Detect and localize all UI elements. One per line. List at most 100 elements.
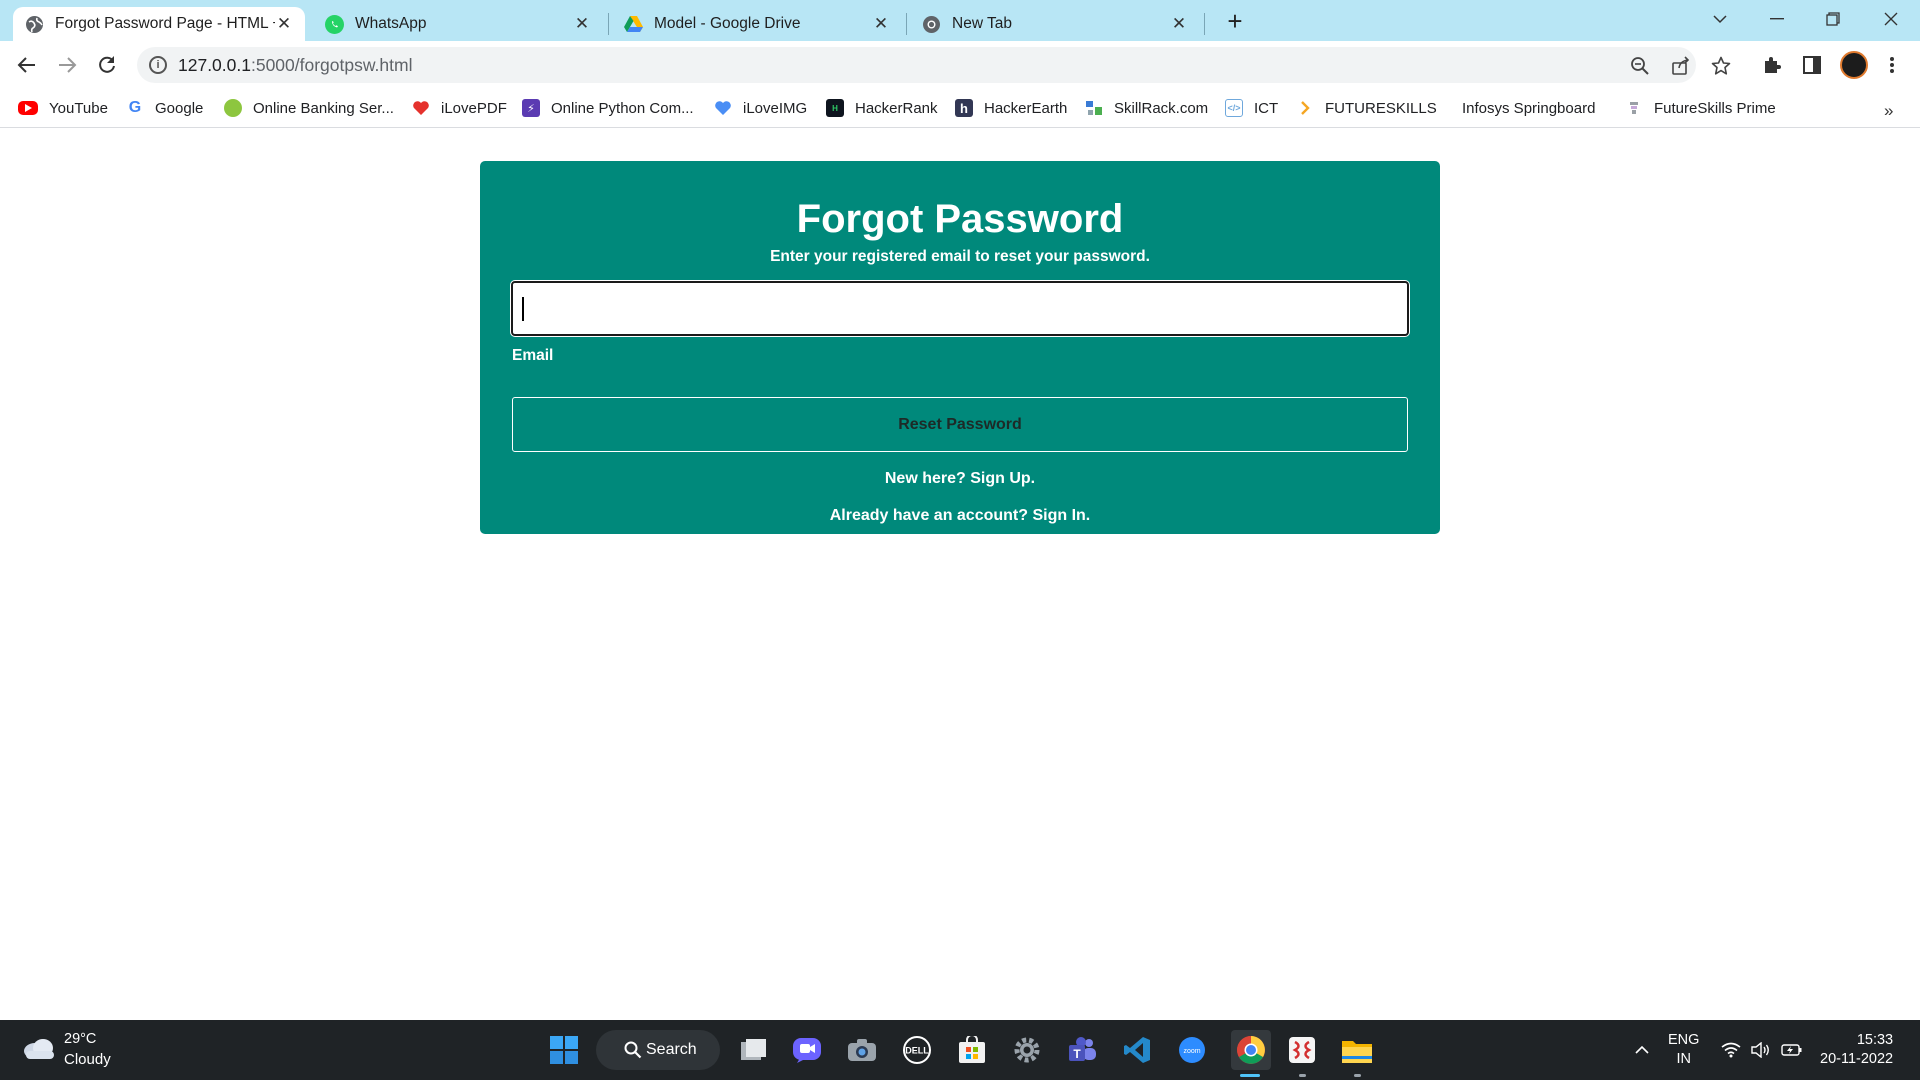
explorer-running-indicator	[1354, 1074, 1361, 1077]
more-menu-icon[interactable]	[1880, 53, 1904, 77]
camera-icon[interactable]	[846, 1034, 878, 1066]
bookmark-online-python[interactable]: ⚡ Online Python Com...	[522, 95, 694, 121]
restore-icon[interactable]	[1813, 4, 1853, 34]
bookmarks-bar: YouTube G Google Online Banking Ser... i…	[0, 89, 1920, 128]
page-title: Forgot Password	[796, 197, 1124, 241]
bookmarks-overflow-icon[interactable]: »	[1884, 101, 1893, 121]
close-icon[interactable]: ✕	[275, 14, 293, 33]
extensions-puzzle-icon[interactable]	[1760, 53, 1784, 77]
bookmark-hackerearth[interactable]: h HackerEarth	[955, 95, 1067, 121]
chrome-taskbar-icon[interactable]	[1231, 1030, 1271, 1070]
email-input[interactable]	[511, 281, 1409, 336]
windows-start-icon[interactable]	[548, 1034, 580, 1066]
bookmark-futureskills[interactable]: FUTURESKILLS	[1296, 95, 1437, 121]
tab-title: New Tab	[952, 15, 1013, 32]
snipping-tool-icon[interactable]	[1286, 1034, 1318, 1066]
profile-avatar[interactable]	[1840, 51, 1868, 79]
new-tab-button[interactable]: +	[1222, 6, 1248, 36]
whatsapp-icon	[325, 14, 344, 34]
bookmark-infosys-springboard[interactable]: Infosys Springboard	[1443, 95, 1595, 121]
chat-icon[interactable]	[791, 1034, 823, 1066]
email-label: Email	[512, 347, 554, 364]
cloud-icon[interactable]	[22, 1036, 56, 1060]
wifi-icon[interactable]	[1720, 1020, 1742, 1080]
signin-link[interactable]: Already have an account? Sign In.	[480, 507, 1440, 525]
window-close-icon[interactable]	[1871, 4, 1911, 34]
taskbar: 29°C Cloudy Search DELL T zoom ENG IN 15…	[0, 1020, 1920, 1080]
task-view-icon[interactable]	[738, 1034, 770, 1066]
site-info-icon[interactable]: i	[149, 56, 167, 74]
teams-icon[interactable]: T	[1066, 1034, 1098, 1066]
system-clock[interactable]: 15:33 20-11-2022	[1820, 1031, 1893, 1069]
tab-search-chevron-icon[interactable]	[1700, 4, 1740, 34]
search-icon	[624, 1041, 642, 1059]
share-icon[interactable]	[1670, 55, 1692, 77]
browser-toolbar: i 127.0.0.1:5000/forgotpsw.html	[0, 41, 1920, 89]
address-url: 127.0.0.1:5000/forgotpsw.html	[178, 55, 413, 75]
reload-icon[interactable]	[91, 49, 123, 81]
forward-arrow-icon[interactable]	[51, 49, 83, 81]
svg-text:T: T	[1073, 1047, 1081, 1061]
chevron-up-icon[interactable]	[1630, 1020, 1654, 1080]
zoom-icon[interactable]: zoom	[1176, 1034, 1208, 1066]
taskbar-search-button[interactable]: Search	[596, 1030, 720, 1070]
globe-icon	[25, 15, 44, 34]
tab-title: WhatsApp	[355, 15, 427, 32]
bookmark-ilovepdf[interactable]: iLovePDF	[412, 95, 507, 121]
side-panel-icon[interactable]	[1800, 53, 1824, 77]
tab-new-tab[interactable]: New Tab ✕	[910, 7, 1200, 41]
heart-icon	[714, 99, 732, 117]
tab-title: Model - Google Drive	[654, 15, 801, 32]
google-drive-icon	[624, 15, 643, 34]
bookmark-star-icon[interactable]	[1710, 55, 1732, 77]
bookmark-ict[interactable]: </> ICT	[1225, 95, 1278, 121]
back-arrow-icon[interactable]	[11, 49, 43, 81]
file-explorer-icon[interactable]	[1341, 1034, 1373, 1066]
snipping-running-indicator	[1299, 1074, 1306, 1077]
bolt-icon: ⚡	[522, 99, 540, 117]
bank-icon	[224, 99, 242, 117]
springboard-icon	[1443, 99, 1453, 117]
tab-google-drive[interactable]: Model - Google Drive ✕	[612, 7, 902, 41]
weather-temperature: 29°C	[64, 1031, 97, 1047]
minimize-icon[interactable]	[1757, 4, 1797, 34]
zoom-out-icon[interactable]	[1629, 55, 1651, 77]
forgot-password-card: Forgot Password Enter your registered em…	[480, 161, 1440, 534]
text-caret	[522, 297, 524, 321]
bookmark-online-banking[interactable]: Online Banking Ser...	[224, 95, 394, 121]
address-bar[interactable]: i 127.0.0.1:5000/forgotpsw.html	[137, 47, 1731, 83]
bookmark-hackerrank[interactable]: H HackerRank	[826, 95, 938, 121]
signup-link[interactable]: New here? Sign Up.	[480, 470, 1440, 488]
heart-icon	[412, 99, 430, 117]
bookmark-youtube[interactable]: YouTube	[18, 95, 108, 121]
bookmark-iloveimg[interactable]: iLoveIMG	[714, 95, 807, 121]
bookmark-skillrack[interactable]: SkillRack.com	[1085, 95, 1208, 121]
skillrack-icon	[1085, 99, 1103, 117]
settings-gear-icon[interactable]	[1011, 1034, 1043, 1066]
tab-whatsapp[interactable]: WhatsApp ✕	[313, 7, 603, 41]
tab-strip: Forgot Password Page - HTML + ✕ WhatsApp…	[0, 0, 1920, 41]
close-icon[interactable]: ✕	[573, 14, 591, 33]
dell-icon[interactable]: DELL	[901, 1034, 933, 1066]
microsoft-store-icon[interactable]	[956, 1034, 988, 1066]
weather-description: Cloudy	[64, 1051, 111, 1068]
reset-password-button[interactable]: Reset Password	[512, 397, 1408, 452]
page-subtitle: Enter your registered email to reset you…	[770, 248, 1150, 265]
bookmark-futureskills-prime[interactable]: FutureSkills Prime	[1625, 95, 1776, 121]
close-icon[interactable]: ✕	[1170, 14, 1188, 33]
language-indicator[interactable]: ENG IN	[1668, 1031, 1699, 1069]
futureskills-icon	[1625, 99, 1643, 117]
ict-icon: </>	[1225, 99, 1243, 117]
battery-icon[interactable]	[1780, 1020, 1804, 1080]
tab-forgot-password[interactable]: Forgot Password Page - HTML + ✕	[13, 7, 305, 41]
tab-divider	[1204, 13, 1205, 35]
svg-text:zoom: zoom	[1183, 1048, 1200, 1055]
youtube-icon	[18, 101, 38, 115]
bookmark-google[interactable]: G Google	[126, 95, 204, 121]
volume-icon[interactable]	[1750, 1020, 1772, 1080]
tab-divider	[608, 13, 609, 35]
hackerrank-icon: H	[826, 99, 844, 117]
close-icon[interactable]: ✕	[872, 14, 890, 33]
chevron-right-icon	[1296, 99, 1314, 117]
vscode-icon[interactable]	[1121, 1034, 1153, 1066]
